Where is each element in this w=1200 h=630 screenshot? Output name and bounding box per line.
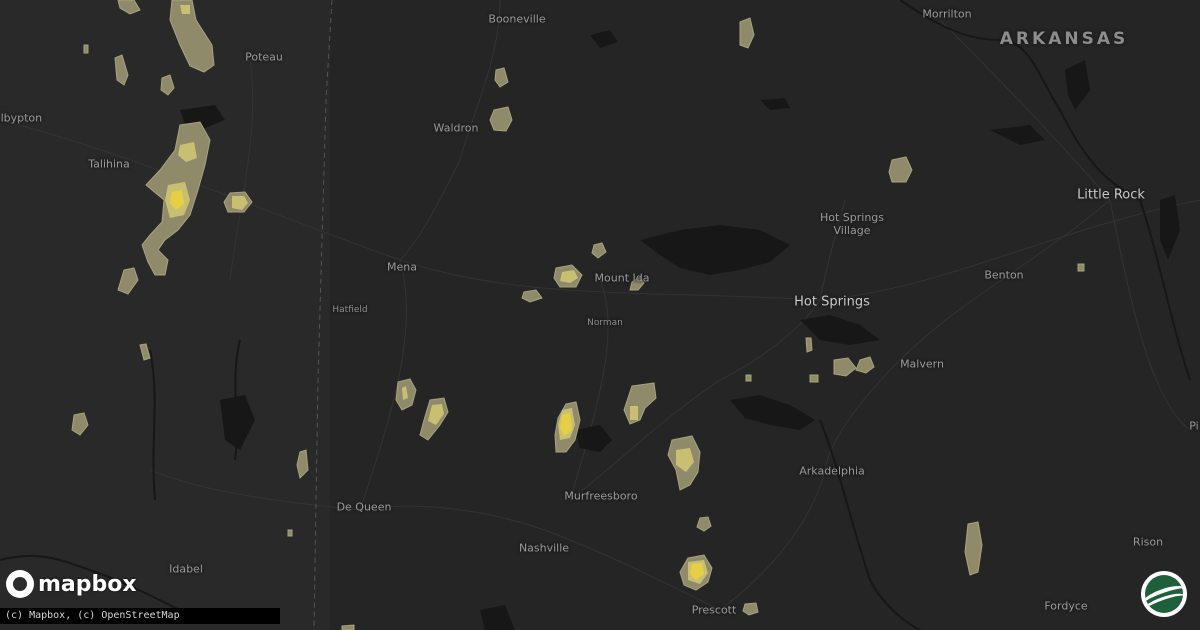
city-label-waldron: Waldron [433,121,479,135]
city-label-arkadelphia: Arkadelphia [799,464,865,478]
mapbox-logo-icon [6,570,34,598]
city-label-rison: Rison [1132,535,1164,549]
city-label-hot-springs: Hot Springs [794,294,870,310]
state-label-arkansas: ARKANSAS [999,29,1129,49]
city-label-little-rock: Little Rock [1077,187,1145,203]
map-basemap [0,0,1200,630]
city-label-poteau: Poteau [245,50,283,64]
city-label-prescott: Prescott [691,603,737,617]
city-label-de-queen: De Queen [336,500,392,514]
map-view[interactable]: ARKANSAS Little Rock Hot Springs Hot Spr… [0,0,1200,630]
city-label-morrilton: Morrilton [922,7,972,21]
mapbox-logo-text: mapbox [38,571,137,597]
city-label-hot-springs-village: Hot Springs Village [819,211,885,237]
city-label-mount-ida: Mount Ida [594,271,650,285]
city-label-hatfield: Hatfield [332,305,368,315]
city-label-wilburton: albурton [0,111,43,125]
city-label-idabel: Idabel [169,562,203,576]
city-label-nashville: Nashville [518,541,570,555]
city-label-malvern: Malvern [900,357,944,371]
city-label-norman: Norman [587,318,623,328]
mapbox-logo[interactable]: mapbox [6,570,137,598]
city-label-fordyce: Fordyce [1044,599,1088,613]
brand-badge-inner [1145,575,1183,613]
map-attribution[interactable]: (c) Mapbox, (c) OpenStreetMap [0,608,280,624]
brand-badge-icon[interactable] [1141,571,1187,617]
city-label-booneville: Booneville [488,12,546,26]
city-label-benton: Benton [984,268,1024,282]
city-label-talihina: Talihina [88,157,130,171]
city-label-pine-bluff-partial: Pi [1189,419,1199,433]
city-label-murfreesboro: Murfreesboro [564,489,638,503]
city-label-mena: Mena [387,260,417,274]
